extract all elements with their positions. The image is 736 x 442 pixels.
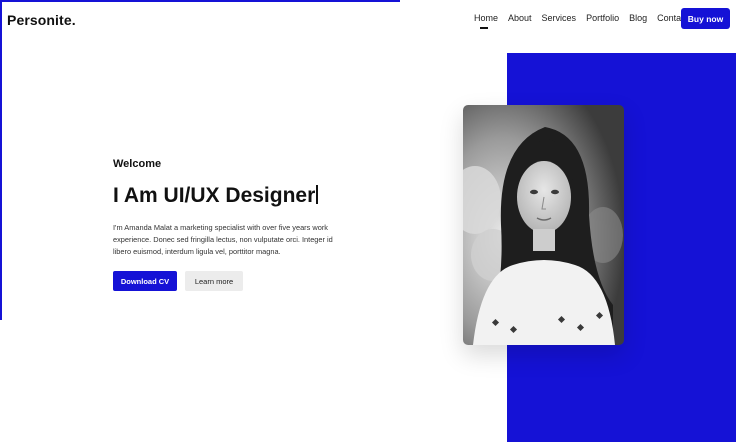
top-accent-line (0, 0, 400, 2)
download-cv-button[interactable]: Download CV (113, 271, 177, 291)
portrait-image (463, 105, 624, 345)
left-accent-line (0, 0, 2, 320)
learn-more-button[interactable]: Learn more (185, 271, 243, 291)
buy-now-button[interactable]: Buy now (681, 8, 730, 29)
nav-item-home[interactable]: Home (474, 13, 498, 29)
nav-item-portfolio[interactable]: Portfolio (586, 13, 619, 23)
welcome-label: Welcome (113, 158, 162, 170)
hero-section: Welcome I Am UI/UX Designer I'm Amanda M… (113, 158, 363, 258)
typing-cursor (316, 185, 318, 204)
nav-item-about[interactable]: About (508, 13, 532, 23)
main-nav: Home About Services Portfolio Blog Conta… (474, 13, 688, 29)
hero-description: I'm Amanda Malat a marketing specialist … (113, 223, 333, 256)
nav-item-services[interactable]: Services (542, 13, 577, 23)
hero-actions: Download CV Learn more (113, 271, 243, 291)
site-logo[interactable]: Personite. (7, 12, 76, 28)
profile-photo (463, 105, 624, 345)
hero-headline-text: I Am UI/UX Designer (113, 184, 316, 207)
hero-headline: I Am UI/UX Designer (113, 184, 363, 208)
nav-item-blog[interactable]: Blog (629, 13, 647, 23)
